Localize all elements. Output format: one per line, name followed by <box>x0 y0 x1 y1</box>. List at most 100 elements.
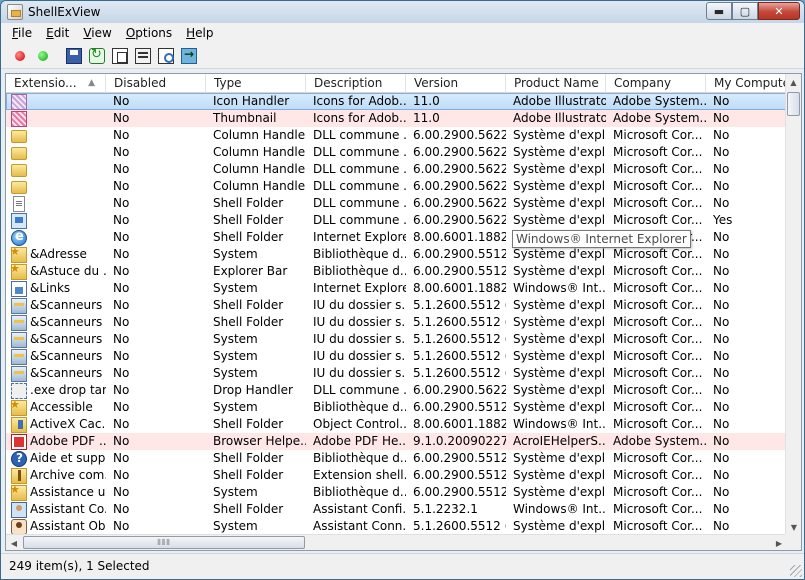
table-row[interactable]: No Column Handler DLL commune ... 6.00.2900… <box>6 161 787 178</box>
properties-button[interactable] <box>132 45 154 67</box>
column-header-product[interactable]: Product Name <box>506 74 606 93</box>
table-row[interactable]: &Adresse No System Bibliothèque d... 6.00.29… <box>6 246 787 263</box>
house-icon <box>11 280 27 297</box>
scroll-down-arrow-icon[interactable]: ▼ <box>786 519 801 535</box>
scroll-up-arrow-icon[interactable]: ▲ <box>786 74 801 90</box>
cell-desc: Assistant Confi... <box>313 502 406 516</box>
folder-icon <box>11 146 27 160</box>
horizontal-scrollbar[interactable]: ◀ ⦀⦀⦀ ▶ <box>6 534 787 550</box>
column-header-desc[interactable]: Description <box>306 74 406 93</box>
minimize-button[interactable]: ▬ <box>706 2 732 20</box>
enable-selected-button[interactable] <box>32 45 54 67</box>
scanner-icon <box>11 297 27 314</box>
table-row[interactable]: No Column Handler DLL commune ... 6.00.2900… <box>6 144 787 161</box>
column-header-mycomp[interactable]: My Compute <box>706 74 787 93</box>
table-row[interactable]: .exe drop tar... No Drop Handler DLL commun… <box>6 382 787 399</box>
folder-icon <box>11 163 27 177</box>
table-row[interactable]: Adobe PDF ... No Browser Helpe... Adobe PDF… <box>6 433 787 450</box>
close-button[interactable]: ✕ <box>758 2 800 20</box>
column-header-label: Type <box>214 76 242 90</box>
menu-file[interactable]: File <box>5 26 39 40</box>
cell-company: Microsoft Cor... <box>613 196 703 210</box>
cell-disabled: No <box>113 315 130 329</box>
table-row[interactable]: No Column Handler DLL commune ... 6.00.2900… <box>6 127 787 144</box>
extensions-list-view[interactable]: Extensio... ▲ Disabled Type Description Versi… <box>5 73 802 551</box>
table-row[interactable]: No Shell Folder DLL commune ... 6.00.2900.5… <box>6 195 787 212</box>
column-header-company[interactable]: Company <box>606 74 706 93</box>
cell-type: Explorer Bar <box>213 264 288 278</box>
cell-product: Système d'expl... <box>513 145 606 159</box>
cell-disabled: No <box>113 128 130 142</box>
table-row[interactable]: Assistant Co... No Shell Folder Assistant C… <box>6 501 787 518</box>
menu-options[interactable]: Options <box>119 26 179 40</box>
title-bar[interactable]: ShellExView ▬ ▢ ✕ <box>1 1 804 23</box>
cell-type: System <box>213 349 258 363</box>
table-row[interactable]: No Thumbnail Icons for Adob... 11.0 Adobe Il… <box>6 110 787 127</box>
cell-product: Système d'expl... <box>513 332 606 346</box>
disable-selected-button[interactable] <box>9 45 31 67</box>
table-row[interactable]: Accessible No System Bibliothèque d... 6.00.… <box>6 399 787 416</box>
table-row[interactable]: No Shell Folder DLL commune ... 6.00.2900.5… <box>6 212 787 229</box>
table-row[interactable]: &Scanneurs ... No Shell Folder IU du dossie… <box>6 297 787 314</box>
drop-icon <box>11 382 27 399</box>
table-row[interactable]: Archive com... No Shell Folder Extension sh… <box>6 467 787 484</box>
table-row[interactable]: Assistance u... No System Bibliothèque d...… <box>6 484 787 501</box>
table-row[interactable]: &Astuce du ... No Explorer Bar Bibliothèque… <box>6 263 787 280</box>
cell-disabled: No <box>113 298 130 312</box>
cell-desc: Bibliothèque d... <box>313 247 406 261</box>
column-header-disabled[interactable]: Disabled <box>106 74 206 93</box>
cell-name <box>6 93 106 110</box>
scroll-left-arrow-icon[interactable]: ◀ <box>6 535 22 550</box>
cell-desc: DLL commune ... <box>313 145 406 159</box>
cell-type: Shell Folder <box>213 213 284 227</box>
table-row[interactable]: &Scanneurs ... No System IU du dossier s...… <box>6 365 787 382</box>
copy-icon <box>112 47 128 64</box>
table-row[interactable]: ActiveX Cac... No Shell Folder Object Contr… <box>6 416 787 433</box>
column-header-version[interactable]: Version <box>406 74 506 93</box>
cell-mycomp: No <box>713 196 730 210</box>
refresh-button[interactable] <box>86 45 108 67</box>
vertical-scrollbar[interactable]: ▲ ▼ <box>785 74 801 535</box>
vertical-scroll-thumb[interactable] <box>787 92 800 116</box>
table-row[interactable]: &Links No System Internet Explorer 8.00.6001… <box>6 280 787 297</box>
find-button[interactable] <box>155 45 177 67</box>
column-header-type[interactable]: Type <box>206 74 306 93</box>
exit-button[interactable] <box>178 45 200 67</box>
table-row[interactable]: Aide et supp... No Shell Folder Bibliothèqu… <box>6 450 787 467</box>
menu-help[interactable]: Help <box>179 26 220 40</box>
maximize-button[interactable]: ▢ <box>732 2 758 20</box>
extension-name: Aide et supp... <box>30 451 106 465</box>
resize-grip-icon[interactable] <box>790 565 802 577</box>
table-row[interactable]: &Scanneurs ... No Shell Folder IU du dossie… <box>6 314 787 331</box>
cell-product: Système d'expl... <box>513 315 606 329</box>
cell-desc: DLL commune ... <box>313 213 406 227</box>
cell-desc: Assistant Conn... <box>313 519 406 533</box>
table-row[interactable]: Assistant Ob... No System Assistant Conn...… <box>6 518 787 535</box>
cell-mycomp: No <box>713 298 730 312</box>
horizontal-scroll-thumb[interactable]: ⦀⦀⦀ <box>23 536 305 549</box>
table-row[interactable]: No Column Handler DLL commune ... 6.00.2900… <box>6 178 787 195</box>
cell-type: Shell Folder <box>213 417 284 431</box>
ai-pink-icon <box>11 110 27 127</box>
cell-disabled: No <box>113 196 130 210</box>
cell-product: Système d'expl... <box>513 383 606 397</box>
copy-button[interactable] <box>109 45 131 67</box>
menu-edit[interactable]: Edit <box>39 26 76 40</box>
table-row[interactable]: &Scanneurs ... No System IU du dossier s...… <box>6 331 787 348</box>
toolbar <box>1 43 804 69</box>
cell-desc: DLL commune ... <box>313 128 406 142</box>
table-row[interactable]: No Icon Handler Icons for Adob... 11.0 Adobe… <box>6 93 787 110</box>
cell-company: Microsoft Cor... <box>613 366 703 380</box>
cell-version: 11.0 <box>413 111 440 125</box>
save-button[interactable] <box>63 45 85 67</box>
table-row[interactable]: &Scanneurs ... No System IU du dossier s...… <box>6 348 787 365</box>
column-header-name[interactable]: Extensio... ▲ <box>6 74 106 93</box>
cell-name: &Scanneurs ... <box>6 365 106 382</box>
cell-version: 8.00.6001.1882... <box>413 417 506 431</box>
cell-version: 6.00.2900.5512 ... <box>413 247 506 261</box>
column-header-label: My Compute <box>714 76 787 90</box>
refresh-icon <box>89 47 105 64</box>
cell-desc: Bibliothèque d... <box>313 485 406 499</box>
cell-name: .exe drop tar... <box>6 382 106 399</box>
menu-view[interactable]: View <box>76 26 118 40</box>
